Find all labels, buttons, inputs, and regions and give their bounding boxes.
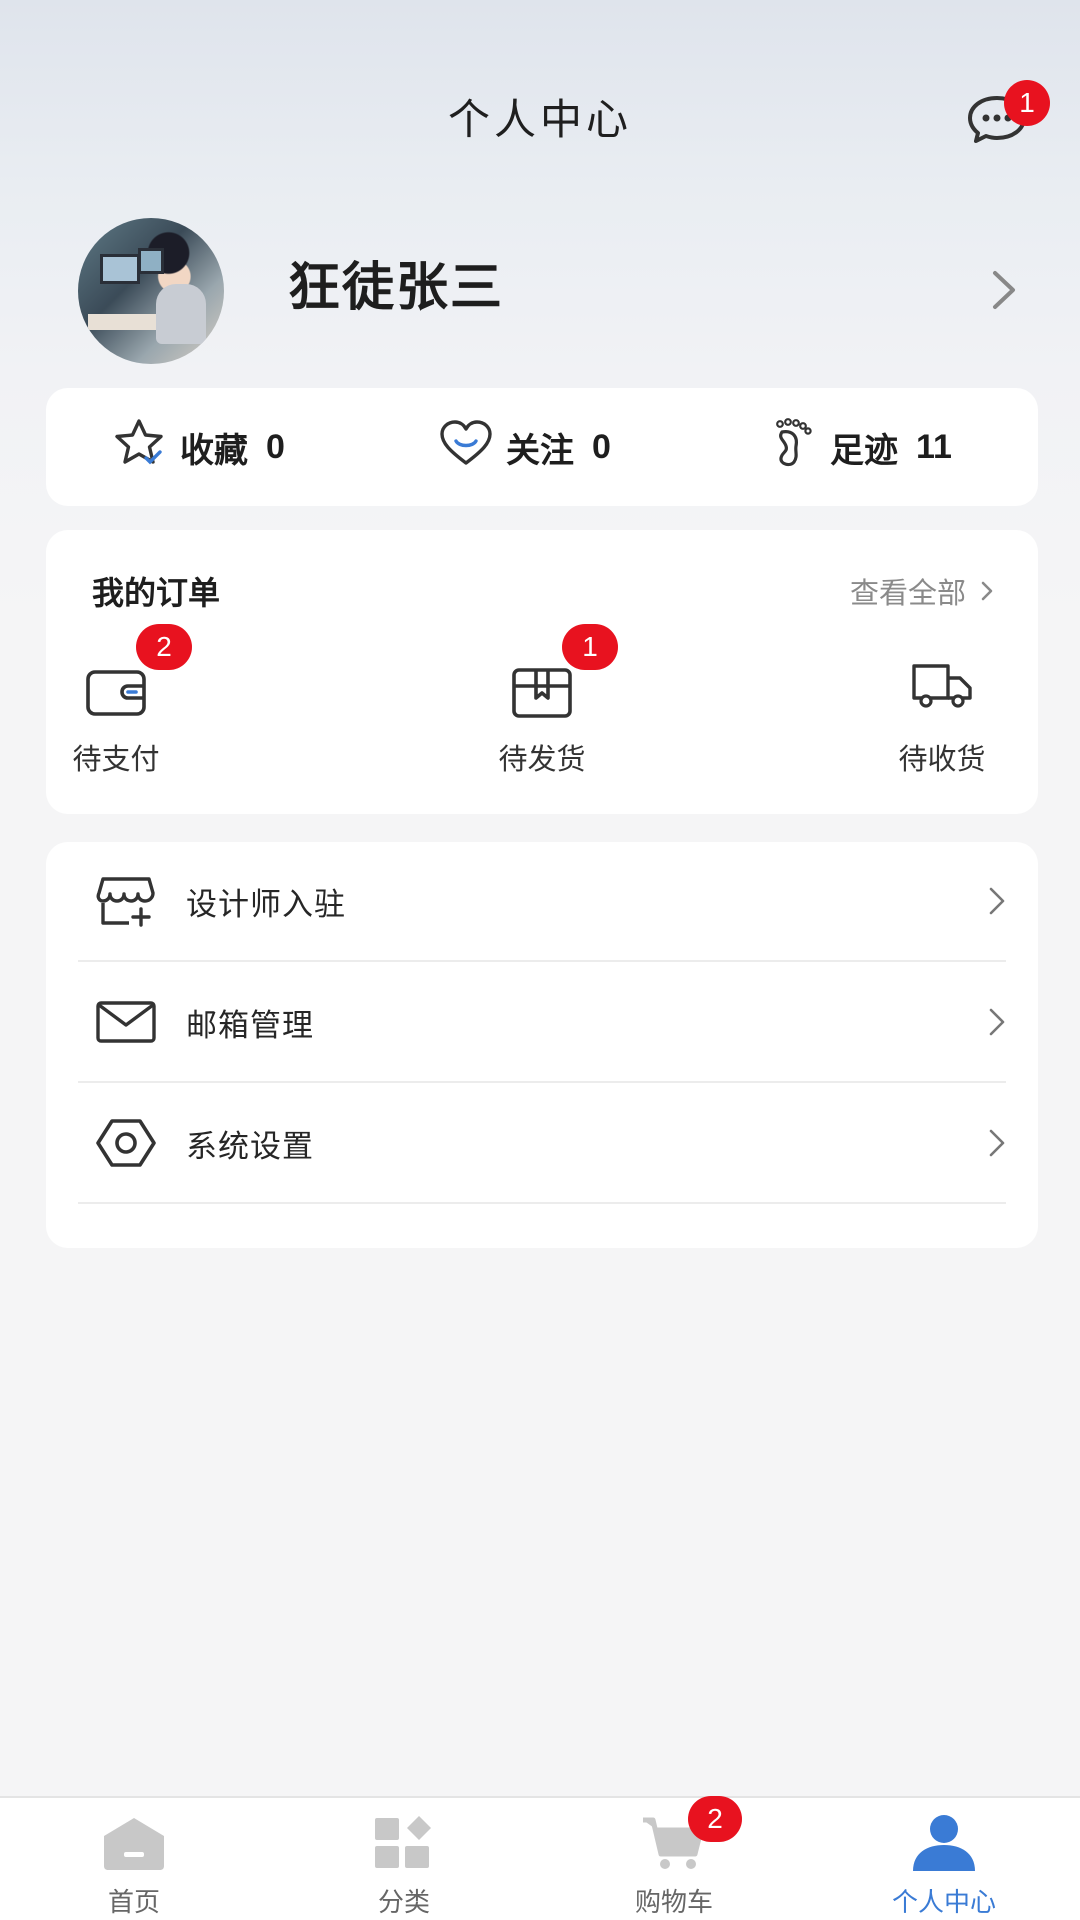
menu-item-mailbox[interactable]: 邮箱管理 (78, 963, 1006, 1083)
page-title: 个人中心 (447, 95, 632, 144)
order-pending-receipt[interactable]: 待收货 (872, 660, 1012, 778)
page-header: 个人中心 (0, 80, 1080, 160)
stat-value: 0 (266, 427, 285, 466)
menu-item-settings[interactable]: 系统设置 (78, 1084, 1006, 1204)
stat-label: 关注 (506, 430, 574, 471)
home-icon (104, 1818, 164, 1870)
chevron-right-icon (981, 581, 993, 601)
category-icon (375, 1816, 431, 1868)
tab-cart[interactable]: 2 购物车 (604, 1796, 744, 1919)
stat-value: 11 (916, 427, 952, 466)
menu-item-label: 系统设置 (186, 1128, 314, 1165)
chevron-right-icon (988, 1007, 1006, 1041)
tab-home[interactable]: 首页 (64, 1810, 204, 1919)
footprint-icon (768, 417, 818, 477)
avatar[interactable] (78, 218, 224, 364)
menu-item-label: 设计师入驻 (186, 886, 346, 923)
tab-label: 购物车 (634, 1888, 713, 1918)
stat-following[interactable]: 关注 0 (438, 388, 611, 506)
cart-count-badge: 2 (688, 1796, 742, 1842)
view-all-label: 查看全部 (849, 576, 966, 610)
wallet-icon (86, 670, 146, 716)
truck-icon (912, 664, 972, 708)
mail-icon (92, 999, 160, 1045)
tab-label: 个人中心 (891, 1888, 996, 1918)
stats-card: 收藏 0 关注 0 足迹 11 (46, 388, 1038, 506)
box-icon (512, 668, 572, 718)
chevron-right-icon (988, 1128, 1006, 1162)
order-label: 待收货 (898, 742, 986, 776)
chevron-right-icon (990, 268, 1018, 316)
heart-icon (438, 419, 494, 476)
tab-category[interactable]: 分类 (334, 1810, 474, 1919)
orders-title: 我的订单 (92, 574, 221, 612)
order-pending-payment[interactable]: 2 待支付 (46, 624, 192, 778)
tab-label: 首页 (107, 1888, 160, 1918)
username: 狂徒张三 (288, 258, 505, 318)
settings-icon (92, 1117, 160, 1169)
messages-button[interactable]: 1 (960, 80, 1050, 160)
message-count-badge: 1 (1004, 80, 1050, 126)
order-label: 待发货 (498, 742, 586, 776)
tab-profile[interactable]: 个人中心 (874, 1810, 1014, 1919)
profile-row[interactable]: 狂徒张三 (78, 218, 1018, 364)
order-count-badge: 2 (136, 624, 192, 670)
view-all-orders-link[interactable]: 查看全部 (850, 570, 994, 612)
stat-value: 0 (592, 427, 611, 466)
user-icon (913, 1815, 975, 1871)
tab-label: 分类 (377, 1888, 430, 1918)
stat-label: 收藏 (180, 430, 248, 471)
menu-item-label: 邮箱管理 (186, 1007, 314, 1044)
order-pending-shipment[interactable]: 1 待发货 (472, 624, 618, 778)
menu-item-designer-join[interactable]: 设计师入驻 (78, 842, 1006, 962)
stat-favorites[interactable]: 收藏 0 (110, 388, 285, 506)
order-label: 待支付 (72, 742, 160, 776)
star-icon (110, 417, 168, 478)
order-count-badge: 1 (562, 624, 618, 670)
store-add-icon (92, 875, 160, 927)
stat-footprints[interactable]: 足迹 11 (768, 388, 952, 506)
stat-label: 足迹 (830, 430, 898, 471)
menu-card: 设计师入驻 邮箱管理 系统设置 (46, 842, 1038, 1248)
bottom-tab-bar: 首页 分类 2 购物车 个人中心 (0, 1796, 1080, 1920)
chevron-right-icon (988, 886, 1006, 920)
orders-card: 我的订单 查看全部 2 待支付 1 待发货 待收货 (46, 530, 1038, 814)
